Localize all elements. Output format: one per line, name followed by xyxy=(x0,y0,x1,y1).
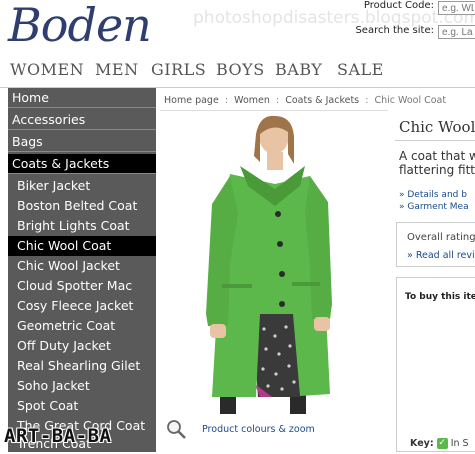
breadcrumb-divider xyxy=(160,110,388,111)
read-all-reviews-link[interactable]: » Read all revi xyxy=(407,250,475,261)
buy-box-heading: To buy this ite xyxy=(405,292,475,302)
description-line-1: A coat that w xyxy=(399,149,475,163)
product-description: A coat that w flattering fitt xyxy=(399,149,475,177)
sidebar-item-real-shearling-gilet[interactable]: Real Shearling Gilet xyxy=(8,356,156,376)
sidebar-item-chic-wool-coat[interactable]: Chic Wool Coat xyxy=(8,236,156,256)
sidebar-category-coats-jackets[interactable]: Coats & Jackets xyxy=(8,154,156,174)
nav-women[interactable]: WOMEN xyxy=(10,60,84,79)
sidebar-item-chic-wool-jacket[interactable]: Chic Wool Jacket xyxy=(8,256,156,276)
overlay-watermark-text: ART-BA-BA xyxy=(4,425,112,447)
stock-key: Key: ✓ In S xyxy=(410,438,469,449)
model-in-coat-illustration xyxy=(206,115,332,414)
product-image[interactable] xyxy=(160,114,388,414)
sidebar-item-geometric-coat[interactable]: Geometric Coat xyxy=(8,316,156,336)
overall-rating-label: Overall rating xyxy=(407,232,475,243)
sidebar: Home Accessories Bags Coats & Jackets Bi… xyxy=(8,88,156,452)
title-divider xyxy=(395,140,475,141)
nav-boys[interactable]: BOYS xyxy=(216,60,265,79)
breadcrumb-home[interactable]: Home page xyxy=(164,95,219,106)
breadcrumb: Home page : Women : Coats & Jackets : Ch… xyxy=(164,95,447,106)
boden-logo[interactable]: Boden xyxy=(8,0,152,52)
sidebar-item-soho-jacket[interactable]: Soho Jacket xyxy=(8,376,156,396)
nav-men[interactable]: MEN xyxy=(95,60,139,79)
sidebar-item-bright-lights-coat[interactable]: Bright Lights Coat xyxy=(8,216,156,236)
sidebar-category-accessories[interactable]: Accessories xyxy=(8,110,156,130)
key-label: Key: xyxy=(410,438,434,449)
sidebar-item-cosy-fleece-jacket[interactable]: Cosy Fleece Jacket xyxy=(8,296,156,316)
top-navigation: WOMEN MEN GIRLS BOYS BABY SALE xyxy=(0,60,475,86)
magnifier-icon[interactable] xyxy=(165,418,187,440)
product-title: Chic Wool xyxy=(399,118,475,136)
in-stock-check-icon: ✓ xyxy=(436,438,448,449)
sidebar-item-cloud-spotter-mac[interactable]: Cloud Spotter Mac xyxy=(8,276,156,296)
sidebar-item-biker-jacket[interactable]: Biker Jacket xyxy=(8,176,156,196)
sidebar-category-home[interactable]: Home xyxy=(8,88,156,108)
sidebar-item-off-duty-jacket[interactable]: Off Duty Jacket xyxy=(8,336,156,356)
product-code-label: Product Code: xyxy=(363,0,434,11)
nav-girls[interactable]: GIRLS xyxy=(151,60,206,79)
nav-baby[interactable]: BABY xyxy=(275,60,322,79)
key-value: In S xyxy=(450,438,469,449)
search-label: Search the site: xyxy=(355,25,434,36)
product-colours-zoom-link[interactable]: Product colours & zoom xyxy=(202,424,315,435)
sidebar-category-bags[interactable]: Bags xyxy=(8,132,156,152)
breadcrumb-women[interactable]: Women xyxy=(234,95,270,106)
sidebar-item-boston-belted-coat[interactable]: Boston Belted Coat xyxy=(8,196,156,216)
search-input[interactable] xyxy=(438,25,475,39)
description-line-2: flattering fitt xyxy=(399,163,475,177)
nav-sale[interactable]: SALE xyxy=(337,60,384,79)
sidebar-item-spot-coat[interactable]: Spot Coat xyxy=(8,396,156,416)
buy-box xyxy=(396,277,475,452)
details-link[interactable]: » Details and b xyxy=(399,190,467,200)
product-code-input[interactable] xyxy=(438,1,475,15)
breadcrumb-coats-jackets[interactable]: Coats & Jackets xyxy=(285,95,359,106)
garment-measurements-link[interactable]: » Garment Mea xyxy=(399,202,469,212)
breadcrumb-current: Chic Wool Coat xyxy=(374,95,447,106)
